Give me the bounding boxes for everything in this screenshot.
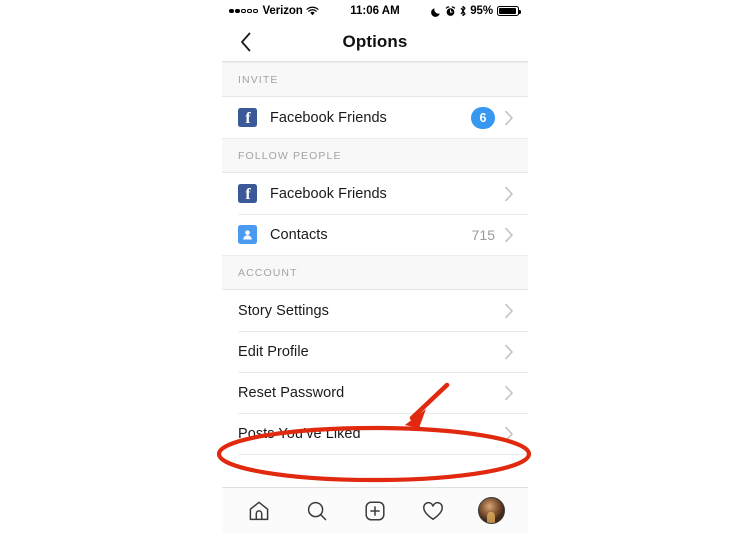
back-chevron-icon[interactable] bbox=[236, 32, 256, 52]
notification-badge: 6 bbox=[471, 106, 495, 129]
page-title: Options bbox=[342, 31, 408, 51]
chevron-right-icon bbox=[504, 186, 514, 202]
status-bar-right: 95% bbox=[431, 5, 521, 17]
list-item-edit-profile[interactable]: Edit Profile bbox=[222, 331, 528, 372]
facebook-icon: f bbox=[238, 108, 257, 127]
bluetooth-icon bbox=[459, 5, 467, 17]
signal-strength-dots bbox=[229, 8, 258, 14]
wifi-icon bbox=[306, 6, 319, 17]
carrier-label: Verizon bbox=[262, 5, 303, 17]
list-item-reset-password[interactable]: Reset Password bbox=[222, 372, 528, 413]
status-bar-left: Verizon bbox=[229, 5, 319, 17]
status-bar: Verizon 11:06 AM 95% bbox=[222, 0, 528, 22]
avatar bbox=[477, 497, 505, 524]
section-header-2: ACCOUNT bbox=[222, 255, 528, 290]
list-item-label: Edit Profile bbox=[238, 343, 309, 360]
list-item-posts-you-ve-liked[interactable]: Posts You’ve Liked bbox=[222, 413, 528, 454]
facebook-icon-glyph: f bbox=[245, 186, 251, 203]
profile-avatar[interactable] bbox=[471, 494, 511, 528]
status-bar-clock: 11:06 AM bbox=[350, 5, 400, 17]
search-icon[interactable] bbox=[297, 494, 337, 528]
list-item-label: Contacts bbox=[270, 226, 328, 243]
list-item-label: Facebook Friends bbox=[270, 109, 387, 126]
chevron-right-icon bbox=[504, 303, 514, 319]
battery-icon bbox=[496, 6, 521, 16]
list-item-facebook-friends[interactable]: f Facebook Friends 6 bbox=[222, 97, 528, 138]
section-header-label: INVITE bbox=[238, 73, 279, 86]
home-icon[interactable] bbox=[239, 494, 279, 528]
alarm-clock-icon bbox=[445, 5, 456, 17]
chevron-right-icon bbox=[504, 344, 514, 360]
facebook-icon: f bbox=[238, 184, 257, 203]
chevron-right-icon bbox=[504, 227, 514, 243]
list-item-facebook-friends[interactable]: f Facebook Friends bbox=[222, 173, 528, 214]
list-item-label: Reset Password bbox=[238, 384, 345, 401]
facebook-icon-glyph: f bbox=[245, 110, 251, 127]
phone-screenshot: Verizon 11:06 AM 95% Options INVITE f Fa… bbox=[222, 0, 528, 533]
list-item-label: Facebook Friends bbox=[270, 185, 387, 202]
list-bottom-divider bbox=[238, 454, 528, 455]
section-header-label: ACCOUNT bbox=[238, 266, 298, 279]
chevron-right-icon bbox=[504, 110, 514, 126]
list-item-story-settings[interactable]: Story Settings bbox=[222, 290, 528, 331]
section-header-0: INVITE bbox=[222, 62, 528, 97]
battery-percent-label: 95% bbox=[470, 5, 493, 17]
add-post-icon[interactable] bbox=[355, 494, 395, 528]
contacts-icon bbox=[238, 225, 257, 244]
list-item-label: Story Settings bbox=[238, 302, 329, 319]
activity-heart-icon[interactable] bbox=[413, 494, 453, 528]
moon-icon bbox=[431, 6, 442, 17]
list-item-contacts[interactable]: Contacts 715 bbox=[222, 214, 528, 255]
section-header-label: FOLLOW PEOPLE bbox=[238, 149, 342, 162]
options-list: INVITE f Facebook Friends 6 FOLLOW PEOPLE f Fa… bbox=[222, 62, 528, 455]
chevron-right-icon bbox=[504, 385, 514, 401]
list-item-value: 715 bbox=[471, 226, 495, 243]
screenshot-canvas: Verizon 11:06 AM 95% Options INVITE f Fa… bbox=[0, 0, 750, 533]
section-header-1: FOLLOW PEOPLE bbox=[222, 138, 528, 173]
navigation-bar: Options bbox=[222, 22, 528, 62]
chevron-right-icon bbox=[504, 426, 514, 442]
list-item-label: Posts You’ve Liked bbox=[238, 425, 361, 442]
bottom-tab-bar bbox=[222, 487, 528, 533]
